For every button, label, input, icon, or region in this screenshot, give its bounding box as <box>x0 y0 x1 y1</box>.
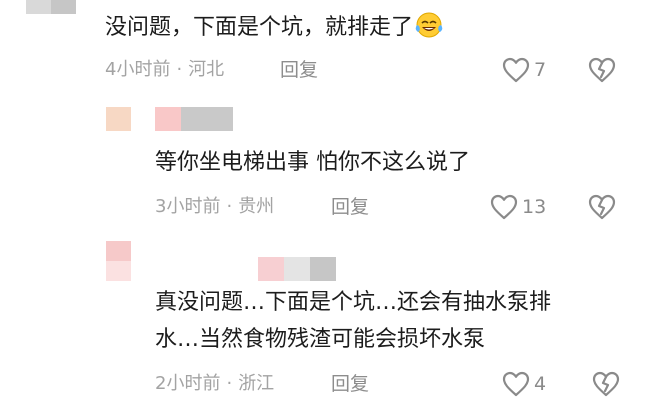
like-count: 13 <box>522 196 547 218</box>
comment-location: 贵州 <box>238 196 275 217</box>
comment-meta: 3小时前 · 贵州 <box>155 195 274 219</box>
broken-heart-icon <box>588 57 616 83</box>
avatar-blurred <box>106 107 131 131</box>
laughing-crying-emoji-icon <box>415 12 443 38</box>
like-count: 4 <box>534 373 547 395</box>
like-button[interactable]: 7 <box>502 57 546 83</box>
dislike-button[interactable] <box>592 371 620 401</box>
comment-meta: 4小时前 · 河北 <box>105 58 224 82</box>
comment-text: 没问题，下面是个坑，就排走了 <box>105 10 443 46</box>
comment-location: 浙江 <box>238 373 275 394</box>
like-count: 7 <box>534 59 547 81</box>
comment-time: 3小时前 <box>155 196 221 217</box>
dislike-button[interactable] <box>588 57 616 87</box>
comment-meta: 2小时前 · 浙江 <box>155 372 274 396</box>
avatar-blurred <box>106 241 131 281</box>
meta-separator: · <box>226 373 233 394</box>
comment-text-content: 没问题，下面是个坑，就排走了 <box>105 15 414 40</box>
heart-outline-icon <box>502 371 530 397</box>
like-button[interactable]: 4 <box>502 371 546 397</box>
comment-time: 2小时前 <box>155 373 221 394</box>
comment-time: 4小时前 <box>105 59 171 80</box>
meta-separator: · <box>226 196 233 217</box>
like-button[interactable]: 13 <box>490 194 546 220</box>
username-blurred <box>155 107 233 131</box>
reply-button[interactable]: 回复 <box>331 195 369 219</box>
meta-separator: · <box>176 59 183 80</box>
heart-outline-icon <box>490 194 518 220</box>
avatar-blurred <box>26 0 76 14</box>
comment-location: 河北 <box>188 59 225 80</box>
dislike-button[interactable] <box>588 194 616 224</box>
comment-text: 等你坐电梯出事 怕你不这么说了 <box>155 150 470 175</box>
username-blurred <box>258 257 336 281</box>
comment-text-line: 水…当然食物残渣可能会损坏水泵 <box>155 327 486 352</box>
broken-heart-icon <box>592 371 620 397</box>
heart-outline-icon <box>502 57 530 83</box>
reply-button[interactable]: 回复 <box>331 372 369 396</box>
broken-heart-icon <box>588 194 616 220</box>
comment-text-line: 真没问题…下面是个坑…还会有抽水泵排 <box>155 290 552 315</box>
reply-button[interactable]: 回复 <box>280 58 318 82</box>
